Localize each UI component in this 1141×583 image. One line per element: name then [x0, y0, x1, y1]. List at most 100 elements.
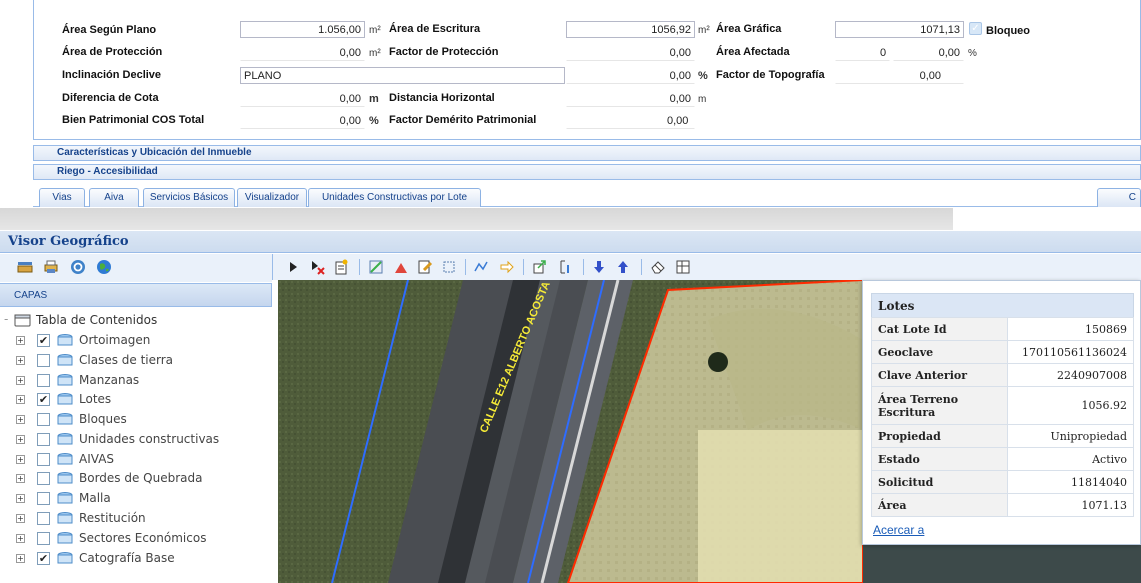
expand-icon[interactable]: +	[16, 376, 25, 385]
label-diferencia-cota: Diferencia de Cota	[62, 92, 159, 104]
bloqueo-checkbox[interactable]: ✓	[969, 22, 982, 35]
area-grafica-field[interactable]: 1071,13	[835, 21, 964, 38]
attr-key: Área	[871, 493, 1008, 517]
tab-servicios-basicos[interactable]: Servicios Básicos	[143, 188, 235, 207]
layer-checkbox[interactable]: ✔	[37, 393, 50, 406]
attr-key: Cat Lote Id	[871, 317, 1008, 341]
layer-checkbox[interactable]	[37, 453, 50, 466]
layer-checkbox[interactable]	[37, 512, 50, 525]
arrow-right-icon[interactable]	[499, 259, 515, 275]
expand-icon[interactable]: +	[16, 494, 25, 503]
section-caracteristicas[interactable]: Características y Ubicación del Inmueble	[33, 145, 1141, 161]
attr-value: 11814040	[1007, 470, 1134, 494]
layer-checkbox[interactable]	[37, 532, 50, 545]
select-area-icon[interactable]	[441, 259, 457, 275]
bloqueo-label: Bloqueo	[986, 25, 1030, 37]
pointer-icon[interactable]	[285, 259, 301, 275]
expand-icon[interactable]: +	[16, 435, 25, 444]
attr-value: 150869	[1007, 317, 1134, 341]
layer-checkbox[interactable]	[37, 492, 50, 505]
expand-icon[interactable]: +	[16, 455, 25, 464]
layer-label: Clases de tierra	[79, 353, 174, 367]
layer-checkbox[interactable]: ✔	[37, 552, 50, 565]
unit-percent: %	[369, 115, 379, 127]
popup-title: Lotes	[871, 293, 1134, 318]
layer-checkbox[interactable]: ✔	[37, 334, 50, 347]
factor-proteccion-field[interactable]: 0,00	[566, 44, 695, 61]
expand-icon[interactable]: +	[16, 415, 25, 424]
table-row: Propiedad Unipropiedad	[871, 424, 1134, 448]
layer-db-icon	[57, 354, 73, 366]
diferencia-cota-field[interactable]: 0,00	[240, 90, 365, 107]
layer-label: Bloques	[79, 412, 127, 426]
draw-polygon-icon[interactable]	[393, 259, 409, 275]
arrow-up-icon[interactable]	[615, 259, 631, 275]
eraser-icon[interactable]	[650, 259, 666, 275]
tab-partial-right[interactable]: C	[1097, 188, 1141, 207]
expand-icon[interactable]: +	[16, 336, 25, 345]
attr-value: 1071.13	[1007, 493, 1134, 517]
tab-aiva[interactable]: Aiva	[89, 188, 139, 207]
table-row: Cat Lote Id 150869	[871, 317, 1134, 341]
area-afectada-percent-field[interactable]: 0,00	[893, 44, 964, 61]
polyline-icon[interactable]	[473, 259, 489, 275]
layer-tree: - Tabla de Contenidos + ✔ Ortoimagen + Clas…	[0, 308, 272, 583]
ruler-icon[interactable]	[17, 259, 33, 275]
area-afectada-field[interactable]: 0	[835, 44, 890, 61]
factor-demerito-field[interactable]: 0,00	[566, 112, 695, 129]
zoom-to-link[interactable]: Acercar a	[873, 523, 924, 537]
toolbar-separator	[465, 259, 466, 275]
capas-panel-header[interactable]: CAPAS	[0, 283, 272, 307]
export-icon[interactable]	[532, 259, 548, 275]
layer-db-icon	[57, 413, 73, 425]
area-escritura-field[interactable]: 1056,92	[566, 21, 695, 38]
measure-icon[interactable]	[557, 259, 573, 275]
tree-root[interactable]: - Tabla de Contenidos	[4, 312, 157, 330]
section-riego-accesibilidad[interactable]: Riego - Accesibilidad	[33, 164, 1141, 180]
unit-m: m	[369, 93, 379, 105]
draw-line-icon[interactable]	[368, 259, 384, 275]
area-proteccion-field[interactable]: 0,00	[240, 44, 365, 61]
distancia-horizontal-field[interactable]: 0,00	[566, 90, 695, 107]
visor-left-toolbar	[0, 254, 272, 282]
expand-icon[interactable]: +	[16, 356, 25, 365]
expand-icon[interactable]: +	[16, 395, 25, 404]
layer-label: Lotes	[79, 392, 112, 406]
label-area-proteccion: Área de Protección	[62, 46, 163, 58]
label-area-segun-plano: Área Según Plano	[62, 24, 157, 36]
edit-icon[interactable]	[417, 259, 433, 275]
layer-db-icon	[57, 512, 73, 524]
tab-vias[interactable]: Vias	[39, 188, 85, 207]
factor-topografia-field[interactable]: 0,00	[835, 67, 964, 84]
label-area-escritura: Área de Escritura	[389, 23, 481, 35]
layer-checkbox[interactable]	[37, 413, 50, 426]
layer-checkbox[interactable]	[37, 472, 50, 485]
layer-checkbox[interactable]	[37, 354, 50, 367]
lote-info-popup: Lotes Cat Lote Id 150869 Geoclave 17011056…	[862, 280, 1141, 545]
print-icon[interactable]	[43, 259, 59, 275]
grid-icon[interactable]	[675, 259, 691, 275]
expand-icon[interactable]: +	[16, 514, 25, 523]
label-factor-proteccion: Factor de Protección	[389, 46, 499, 58]
pointer-delete-icon[interactable]	[309, 259, 325, 275]
property-form-panel: Área Según Plano 1.056,00 m² Área de Esc…	[0, 0, 1141, 207]
bien-patrimonial-field[interactable]: 0,00	[240, 112, 365, 129]
inclinacion-declive-field[interactable]: PLANO	[240, 67, 565, 84]
area-segun-plano-field[interactable]: 1.056,00	[240, 21, 365, 38]
tab-unidades-constructivas[interactable]: Unidades Constructivas por Lote	[308, 188, 481, 207]
expand-icon[interactable]: +	[16, 474, 25, 483]
attr-key: Propiedad	[871, 424, 1008, 448]
label-factor-demerito: Factor Demérito Patrimonial	[389, 114, 537, 126]
layer-checkbox[interactable]	[37, 374, 50, 387]
expand-icon[interactable]: +	[16, 554, 25, 563]
globe-icon[interactable]	[96, 259, 112, 275]
expand-icon[interactable]: +	[16, 534, 25, 543]
map-toolbar	[272, 254, 1141, 280]
tab-visualizador[interactable]: Visualizador	[237, 188, 307, 207]
layer-checkbox[interactable]	[37, 433, 50, 446]
arrow-down-icon[interactable]	[591, 259, 607, 275]
refresh-icon[interactable]	[70, 259, 86, 275]
info-note-icon[interactable]	[333, 259, 349, 275]
layer-db-icon	[57, 472, 73, 484]
inclinacion-percent-field[interactable]: 0,00	[566, 67, 695, 84]
